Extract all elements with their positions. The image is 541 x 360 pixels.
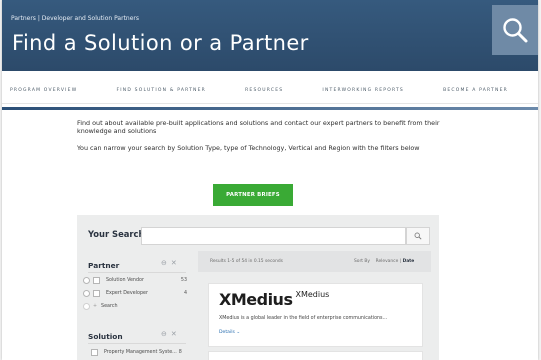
- filter-item-label: Expert Developer: [106, 290, 148, 296]
- filter-partner-controls: ⊖ ✕: [161, 259, 177, 267]
- divider: [88, 272, 186, 273]
- nav-find-solution-partner[interactable]: FIND SOLUTION & PARTNER: [116, 88, 206, 93]
- company-name[interactable]: XMedius: [295, 290, 329, 299]
- magnifier-icon: [503, 18, 528, 43]
- header-search-button[interactable]: [492, 5, 538, 55]
- filter-search-label: Search: [101, 303, 118, 309]
- search-submit-button[interactable]: [406, 227, 430, 245]
- logo-text: XMedius: [219, 290, 293, 309]
- filter-item-property-management[interactable]: Property Management Syste... 8: [83, 347, 187, 357]
- intro-paragraph-1: Find out about available pre-built appli…: [77, 119, 440, 136]
- radio-icon[interactable]: [83, 289, 90, 297]
- details-link[interactable]: Details ⌄: [219, 330, 240, 335]
- nav-become-partner[interactable]: BECOME A PARTNER: [443, 88, 508, 93]
- result-card-next[interactable]: [208, 351, 423, 360]
- checkbox[interactable]: [93, 289, 100, 297]
- sort-relevance[interactable]: Relevance: [376, 259, 399, 264]
- page: Partners | Developer and Solution Partne…: [2, 0, 538, 360]
- minus-circle-icon[interactable]: ⊖: [161, 330, 167, 338]
- chevron-down-icon: ⌄: [236, 330, 241, 335]
- filter-item-count: 8: [178, 349, 182, 355]
- breadcrumb[interactable]: Partners | Developer and Solution Partne…: [11, 15, 139, 22]
- radio-icon: [83, 302, 90, 310]
- page-title: Find a Solution or a Partner: [12, 31, 309, 55]
- filter-partner-search[interactable]: + Search: [83, 301, 187, 311]
- results-panel: Results 1-5 of 54 in 0.15 seconds Sort B…: [198, 251, 431, 360]
- minus-circle-icon[interactable]: ⊖: [161, 259, 167, 267]
- results-summary: Results 1-5 of 54 in 0.15 seconds: [210, 259, 283, 264]
- nav-interworking-reports[interactable]: INTERWORKING REPORTS: [322, 88, 404, 93]
- close-icon[interactable]: ✕: [171, 330, 177, 338]
- filter-item-expert-developer[interactable]: Expert Developer 4: [83, 288, 187, 298]
- filter-item-label: Property Management Syste...: [104, 349, 177, 355]
- search-icon: [414, 232, 422, 240]
- checkbox[interactable]: [91, 348, 98, 356]
- intro-paragraph-2: You can narrow your search by Solution T…: [77, 144, 420, 153]
- intro-text: Find out about available pre-built appli…: [77, 119, 447, 162]
- nav-program-overview[interactable]: PROGRAM OVERVIEW: [10, 88, 77, 93]
- search-input[interactable]: [141, 227, 406, 245]
- sort-label: Sort By: [354, 259, 371, 264]
- nav-resources[interactable]: RESOURCES: [245, 88, 283, 93]
- radio-icon[interactable]: [83, 276, 90, 284]
- sort-divider: |: [399, 259, 402, 264]
- close-icon[interactable]: ✕: [171, 259, 177, 267]
- partner-briefs-button[interactable]: PARTNER BRIEFS: [213, 184, 293, 206]
- filter-solution-controls: ⊖ ✕: [161, 330, 177, 338]
- results-bar: Results 1-5 of 54 in 0.15 seconds Sort B…: [198, 251, 431, 272]
- search-label: Your Search: [88, 229, 145, 239]
- header-banner: Partners | Developer and Solution Partne…: [2, 0, 538, 71]
- filter-item-count: 4: [183, 290, 187, 296]
- plus-icon: +: [93, 303, 98, 309]
- filter-item-solution-vendor[interactable]: Solution Vendor 53: [83, 275, 187, 285]
- filters-sidebar: Partner ⊖ ✕ Solution Vendor 53 Expert De…: [77, 251, 190, 360]
- sort-date[interactable]: Date: [403, 259, 415, 264]
- filter-partner-title: Partner: [88, 261, 120, 270]
- sort-control: Sort By Relevance | Date: [354, 259, 414, 264]
- details-label: Details: [219, 330, 235, 335]
- filter-item-label: Solution Vendor: [106, 277, 144, 283]
- company-logo: XMedius XMedius: [219, 290, 329, 309]
- search-row: Your Search: [77, 220, 439, 254]
- filter-item-count: 53: [180, 277, 187, 283]
- divider: [88, 343, 186, 344]
- result-description: XMedius is a global leader in the field …: [219, 316, 388, 321]
- nav-divider: [2, 107, 538, 110]
- search-panel: Your Search Partner ⊖ ✕ Solution Vendor: [77, 215, 439, 360]
- result-card[interactable]: XMedius XMedius XMedius is a global leade…: [208, 283, 423, 347]
- main-nav: PROGRAM OVERVIEW FIND SOLUTION & PARTNER…: [2, 78, 538, 104]
- checkbox[interactable]: [93, 276, 100, 284]
- filter-solution-title: Solution: [88, 332, 123, 341]
